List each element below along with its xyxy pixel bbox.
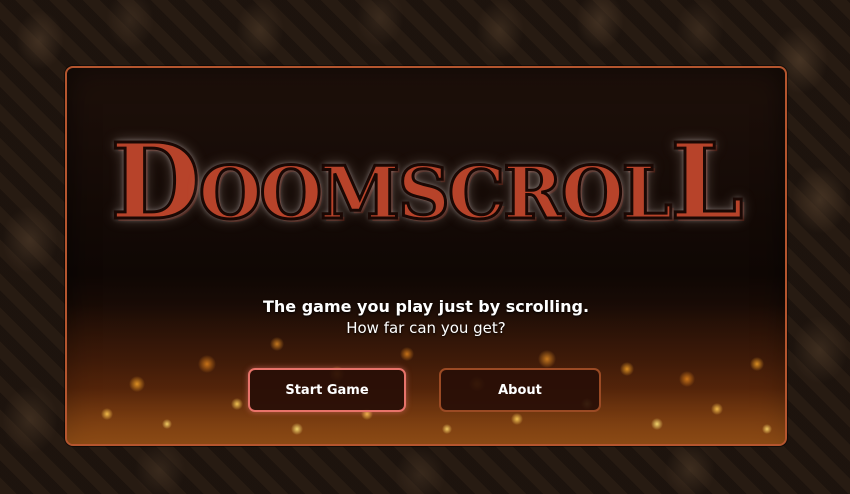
title-panel: DOOMSCROLL The game you play just by scr… (65, 66, 787, 446)
tagline-primary: The game you play just by scrolling. (262, 297, 590, 316)
logo-letter-l: L (669, 120, 745, 243)
skull-wall-background: DOOMSCROLL The game you play just by scr… (0, 0, 850, 494)
logo-letter-d: D (109, 120, 202, 243)
start-game-button[interactable]: Start Game (248, 368, 406, 412)
about-button[interactable]: About (439, 368, 601, 412)
game-logo: DOOMSCROLL (67, 128, 785, 235)
logo-middle: OOMSCROL (197, 150, 674, 235)
tagline-secondary: How far can you get? (346, 319, 506, 337)
